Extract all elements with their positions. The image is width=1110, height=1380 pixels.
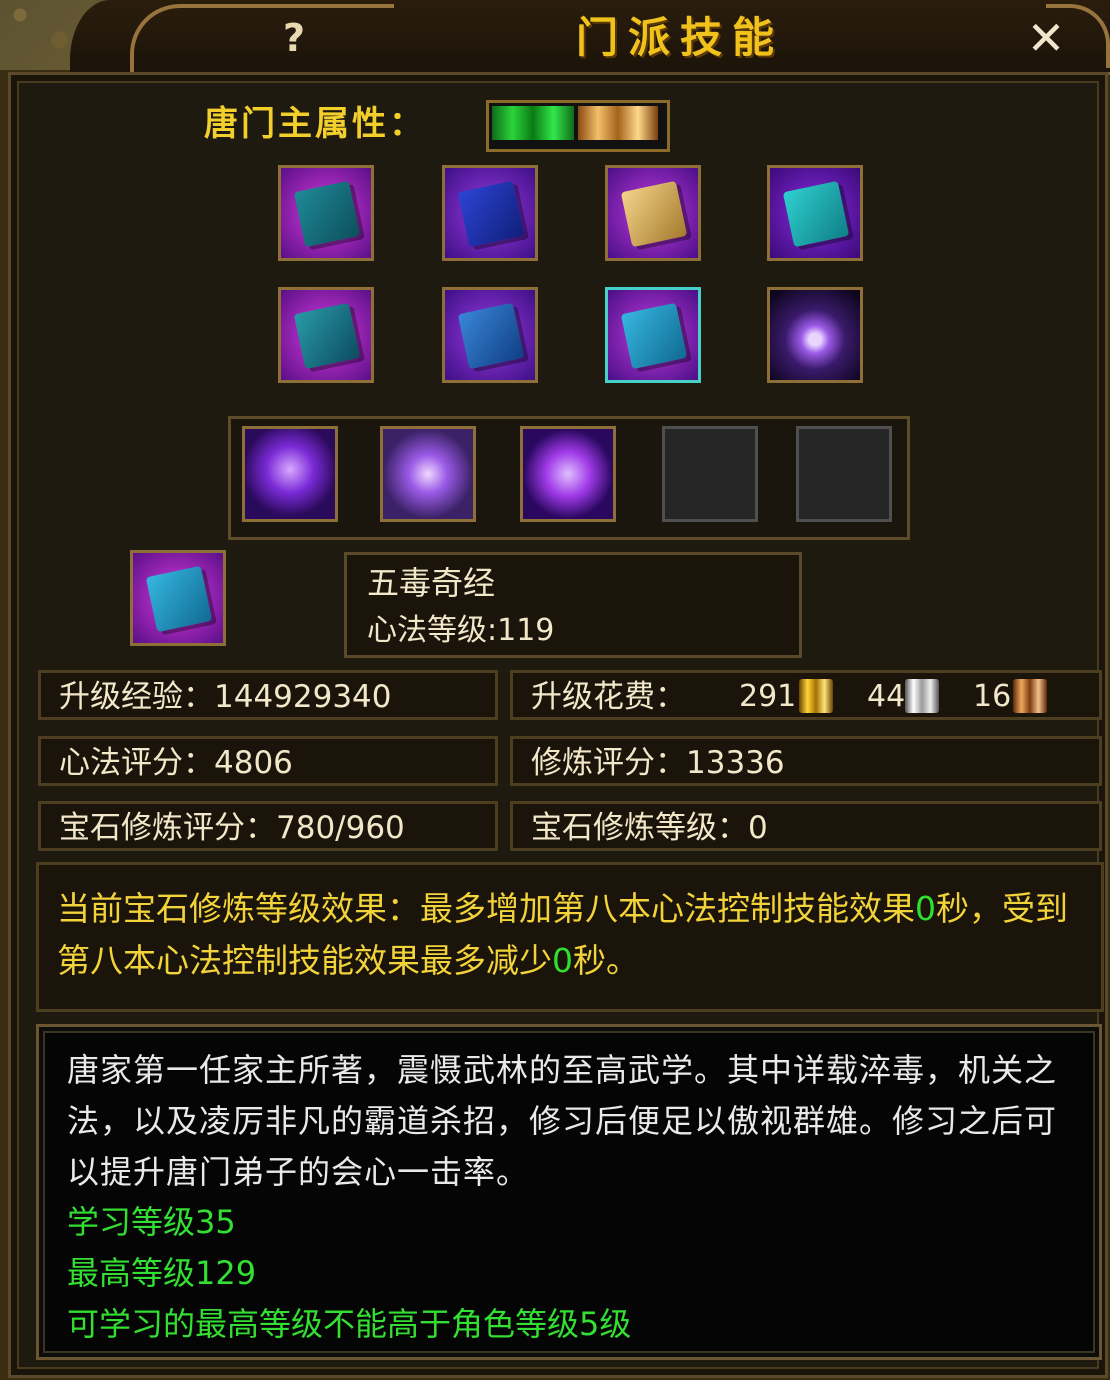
skill-slot-5[interactable] bbox=[278, 287, 374, 383]
empty-skill-slot[interactable] bbox=[796, 426, 892, 522]
book-cyan-selected-icon bbox=[620, 302, 688, 370]
book-cyan-selected-icon bbox=[145, 565, 213, 633]
gem-effect-value2: 0 bbox=[552, 941, 573, 980]
copper-coin-icon bbox=[1013, 679, 1047, 713]
selected-skill-icon bbox=[130, 550, 226, 646]
skill-slot-4[interactable] bbox=[767, 165, 863, 261]
gem-level-text: 宝石修炼等级：0 bbox=[531, 810, 768, 846]
skill-slot-10[interactable] bbox=[380, 426, 476, 522]
skill-description-box: 唐家第一任家主所著，震慑武林的至高武学。其中详载淬毒，机关之法，以及凌厉非凡的霸… bbox=[36, 1024, 1102, 1360]
gem-effect-part3: 秒。 bbox=[573, 941, 639, 980]
book-cyan-icon bbox=[782, 180, 850, 248]
close-button[interactable]: ✕ bbox=[1022, 14, 1070, 62]
max-level-text: 最高等级129 bbox=[67, 1254, 257, 1292]
train-score-text: 修炼评分：13336 bbox=[531, 745, 785, 781]
skill-slot-8[interactable] bbox=[767, 287, 863, 383]
book-blue-icon bbox=[457, 180, 525, 248]
help-button[interactable]: ? bbox=[272, 16, 316, 60]
skill-slot-11[interactable] bbox=[520, 426, 616, 522]
book-blue-stack-icon bbox=[457, 302, 525, 370]
upgrade-cost-box: 升级花费： 291 44 16 bbox=[510, 670, 1102, 720]
level-limit-note: 可学习的最高等级不能高于角色等级5级 bbox=[67, 1305, 632, 1343]
skill-description-text: 唐家第一任家主所著，震慑武林的至高武学。其中详载淬毒，机关之法，以及凌厉非凡的霸… bbox=[67, 1051, 1058, 1191]
skill-slot-9[interactable] bbox=[242, 426, 338, 522]
selected-skill-name: 五毒奇经 bbox=[367, 564, 496, 602]
upgrade-cost-label: 升级花费： bbox=[531, 679, 686, 715]
window-title: 门派技能 bbox=[575, 13, 784, 62]
skill-slot-2[interactable] bbox=[442, 165, 538, 261]
book-teal-icon bbox=[293, 180, 361, 248]
gem-score-text: 宝石修炼评分：780/960 bbox=[59, 810, 405, 846]
sect-skill-window: ? 门派技能 ✕ 唐门主属性： 五毒奇经 心法等级:119 升级经验：14492… bbox=[0, 0, 1110, 1380]
gem-effect-box: 当前宝石修炼等级效果：最多增加第八本心法控制技能效果0秒，受到第八本心法控制技能… bbox=[36, 862, 1104, 1012]
selected-skill-info: 五毒奇经 心法等级:119 bbox=[344, 552, 802, 658]
gold-coin-icon bbox=[799, 679, 833, 713]
selected-skill-level: 心法等级:119 bbox=[367, 613, 555, 648]
scroll-gold-icon bbox=[620, 180, 688, 248]
skill-slot-1[interactable] bbox=[278, 165, 374, 261]
skill-slot-3[interactable] bbox=[605, 165, 701, 261]
learn-level-text: 学习等级35 bbox=[67, 1203, 236, 1241]
xinfa-score-box: 心法评分：4806 bbox=[38, 736, 498, 786]
cost-copper-value: 16 bbox=[973, 679, 1012, 714]
gem-effect-part1: 当前宝石修炼等级效果：最多增加第八本心法控制技能效果 bbox=[57, 889, 915, 928]
gem-level-box: 宝石修炼等级：0 bbox=[510, 801, 1102, 851]
main-attribute-label: 唐门主属性： bbox=[204, 104, 426, 144]
upgrade-exp-box: 升级经验：144929340 bbox=[38, 670, 498, 720]
cost-silver-value: 44 bbox=[867, 679, 906, 714]
silver-coin-icon bbox=[905, 679, 939, 713]
gem-effect-text: 当前宝石修炼等级效果：最多增加第八本心法控制技能效果0秒，受到第八本心法控制技能… bbox=[57, 883, 1087, 987]
xinfa-score-text: 心法评分：4806 bbox=[59, 745, 293, 781]
gem-score-box: 宝石修炼评分：780/960 bbox=[38, 801, 498, 851]
cost-gold-value: 291 bbox=[739, 679, 797, 714]
train-score-box: 修炼评分：13336 bbox=[510, 736, 1102, 786]
main-attribute-slots bbox=[486, 100, 670, 152]
gem-effect-value1: 0 bbox=[915, 889, 936, 928]
upgrade-exp-text: 升级经验：144929340 bbox=[59, 679, 392, 715]
attribute-green-icon[interactable] bbox=[492, 106, 574, 140]
book-stack-icon bbox=[293, 302, 361, 370]
empty-skill-slot[interactable] bbox=[662, 426, 758, 522]
title-ornament-left bbox=[130, 4, 394, 72]
skill-slot-7[interactable] bbox=[605, 287, 701, 383]
skill-slot-6[interactable] bbox=[442, 287, 538, 383]
attribute-gold-icon[interactable] bbox=[578, 106, 658, 140]
